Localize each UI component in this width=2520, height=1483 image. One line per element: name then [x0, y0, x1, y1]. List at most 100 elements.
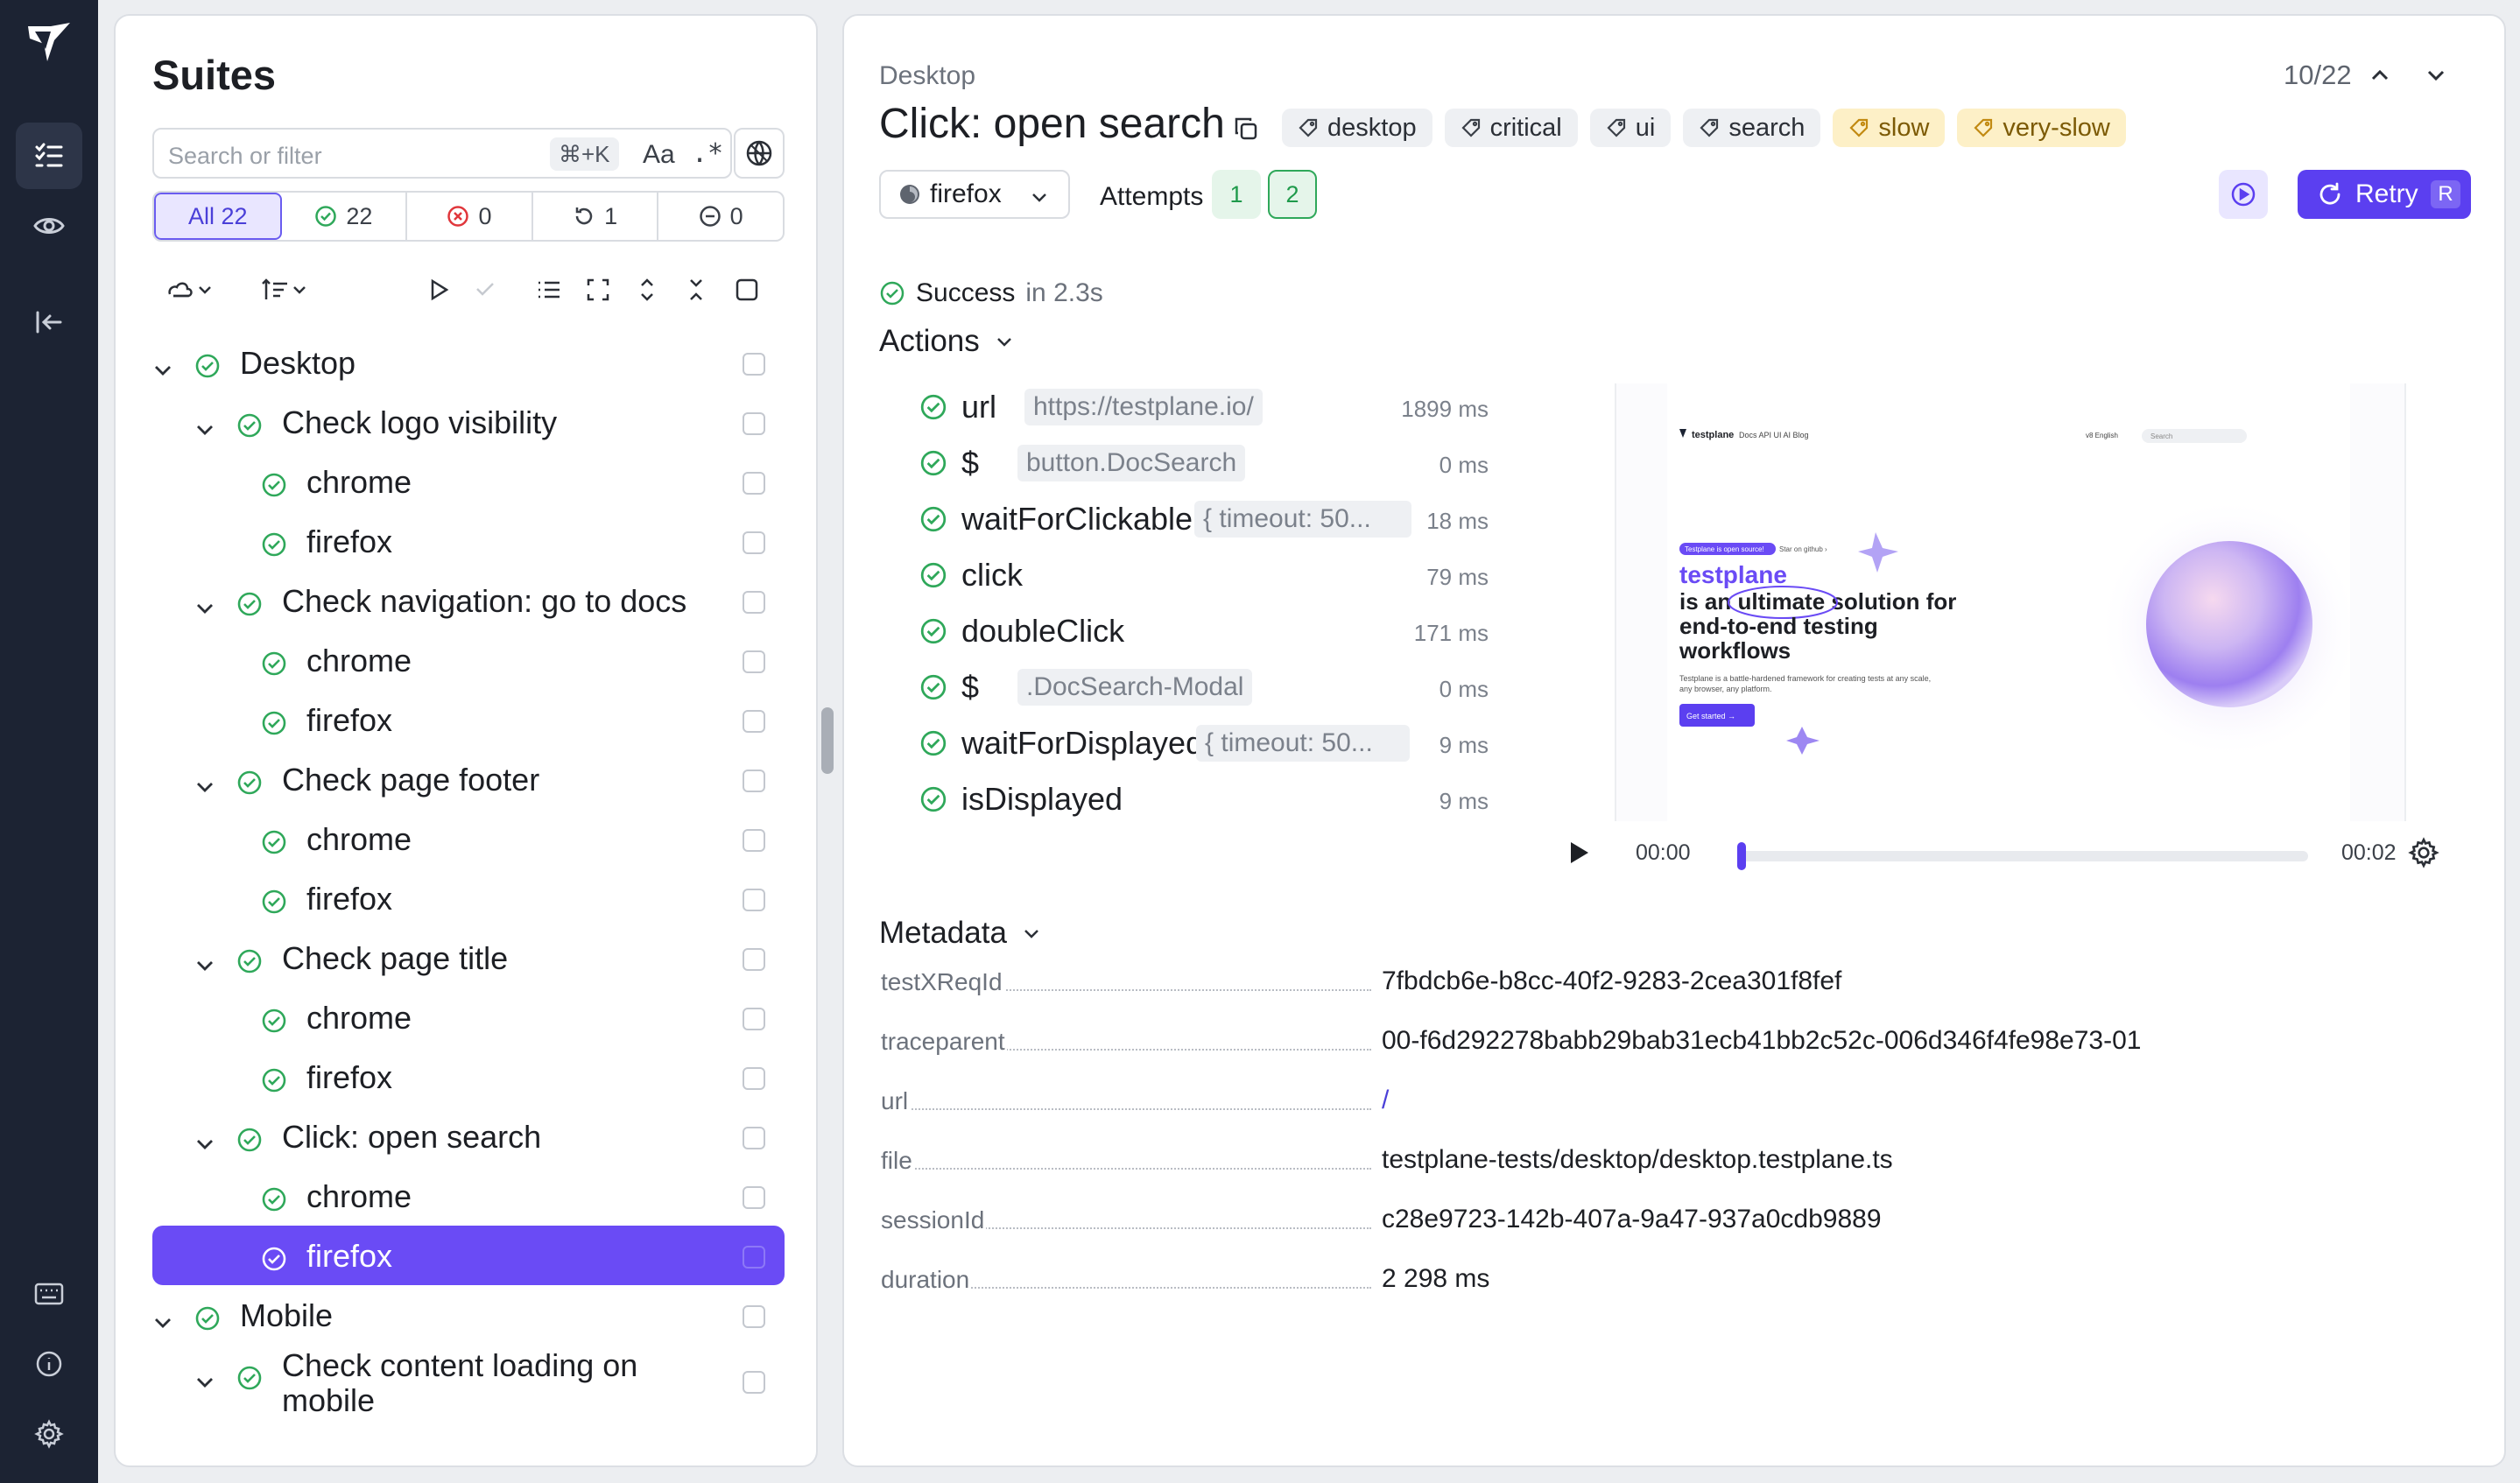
metadata-value[interactable]: /: [1382, 1086, 1389, 1115]
expand-toggle[interactable]: [194, 769, 215, 805]
row-checkbox[interactable]: [743, 531, 765, 554]
tree-browser-item[interactable]: firefox: [152, 511, 785, 571]
sort-dropdown[interactable]: [261, 277, 308, 303]
match-case-toggle[interactable]: Aa: [643, 140, 675, 170]
attempt-1-button[interactable]: 1: [1212, 170, 1261, 219]
attempt-2-button[interactable]: 2: [1268, 170, 1317, 219]
tree-suite-item[interactable]: Mobile: [152, 1285, 785, 1345]
expand-all-button[interactable]: [634, 277, 660, 303]
row-checkbox[interactable]: [743, 1127, 765, 1149]
row-checkbox[interactable]: [743, 948, 765, 971]
filter-passed[interactable]: 22: [282, 193, 408, 240]
settings-button[interactable]: [16, 1401, 82, 1467]
action-row[interactable]: doubleClick 171 ms: [919, 604, 1489, 660]
browser-select[interactable]: firefox: [879, 170, 1070, 219]
collapse-all-button[interactable]: [683, 277, 709, 303]
action-row[interactable]: $ button.DocSearch 0 ms: [919, 436, 1489, 492]
collapse-sidebar-button[interactable]: [16, 289, 82, 355]
info-button[interactable]: [16, 1331, 82, 1397]
tree-test-item[interactable]: Check page title: [152, 928, 785, 987]
actions-section-toggle[interactable]: Actions: [879, 324, 1015, 359]
breadcrumb[interactable]: Desktop: [879, 61, 975, 91]
focus-button[interactable]: [585, 277, 611, 303]
expand-toggle[interactable]: [152, 1304, 173, 1341]
seek-thumb[interactable]: [1737, 842, 1746, 870]
row-checkbox[interactable]: [743, 591, 765, 614]
regex-toggle[interactable]: .*: [692, 138, 723, 169]
gear-icon[interactable]: [2408, 837, 2439, 868]
row-checkbox[interactable]: [743, 412, 765, 435]
tree-browser-item[interactable]: chrome: [152, 1166, 785, 1226]
tree-test-item[interactable]: Click: open search: [152, 1107, 785, 1166]
chevron-down-icon[interactable]: [194, 1134, 215, 1155]
tree-test-item[interactable]: Check navigation: go to docs: [152, 571, 785, 630]
chevron-down-icon[interactable]: [152, 1312, 173, 1333]
tree-browser-item[interactable]: chrome: [152, 809, 785, 868]
row-checkbox[interactable]: [743, 1067, 765, 1090]
tree-browser-item[interactable]: firefox: [152, 868, 785, 928]
tag-chip[interactable]: ui: [1589, 109, 1672, 147]
tree-browser-item[interactable]: chrome: [152, 452, 785, 511]
suites-nav-button[interactable]: [16, 123, 82, 189]
tree-suite-item[interactable]: Desktop: [152, 333, 785, 392]
tree-view-button[interactable]: [536, 277, 562, 303]
prev-test-button[interactable]: [2368, 63, 2392, 92]
video-seek-bar[interactable]: [1737, 842, 2308, 870]
row-checkbox[interactable]: [743, 1008, 765, 1030]
tree-test-item[interactable]: Check logo visibility: [152, 392, 785, 452]
expand-toggle[interactable]: [194, 1364, 215, 1401]
play-icon[interactable]: [1562, 837, 1594, 868]
action-row[interactable]: click 79 ms: [919, 548, 1489, 604]
tree-browser-item[interactable]: firefox: [152, 1226, 785, 1285]
search-input[interactable]: Search or filter ⌘+K Aa .*: [152, 128, 732, 179]
select-all-checkbox[interactable]: [734, 277, 760, 303]
group-by-dropdown[interactable]: [166, 277, 214, 303]
action-row[interactable]: waitForDisplayed{ timeout: 50... 9 ms: [919, 716, 1489, 772]
action-row[interactable]: isDisplayed 9 ms: [919, 772, 1489, 828]
action-row[interactable]: $ .DocSearch-Modal 0 ms: [919, 660, 1489, 716]
metadata-section-toggle[interactable]: Metadata: [879, 916, 1042, 951]
filter-all[interactable]: All 22: [154, 193, 282, 240]
tree-scrollbar[interactable]: [821, 707, 834, 774]
row-checkbox[interactable]: [743, 1246, 765, 1269]
row-checkbox[interactable]: [743, 1186, 765, 1209]
run-button[interactable]: [426, 277, 452, 303]
chevron-down-icon[interactable]: [194, 955, 215, 976]
row-checkbox[interactable]: [743, 710, 765, 733]
test-screenshot[interactable]: testplane Docs API UI AI Blog v8 English…: [1615, 383, 2406, 821]
copy-title-button[interactable]: [1233, 116, 1259, 146]
row-checkbox[interactable]: [743, 770, 765, 792]
tree-browser-item[interactable]: chrome: [152, 987, 785, 1047]
row-checkbox[interactable]: [743, 1305, 765, 1328]
filter-retried[interactable]: 1: [533, 193, 659, 240]
chevron-down-icon[interactable]: [194, 419, 215, 440]
tag-chip[interactable]: desktop: [1282, 109, 1432, 147]
expand-toggle[interactable]: [194, 590, 215, 627]
chevron-down-icon[interactable]: [152, 360, 173, 381]
hotkeys-button[interactable]: [16, 1261, 82, 1327]
tree-test-item[interactable]: Check page footer: [152, 749, 785, 809]
next-test-button[interactable]: [2424, 63, 2448, 92]
tree-browser-item[interactable]: firefox: [152, 690, 785, 749]
visual-checks-nav-button[interactable]: [16, 193, 82, 259]
expand-toggle[interactable]: [152, 352, 173, 389]
tree-browser-item[interactable]: firefox: [152, 1047, 785, 1107]
global-search-toggle[interactable]: [734, 128, 785, 179]
chevron-down-icon[interactable]: [194, 1372, 215, 1393]
tag-chip[interactable]: slow: [1833, 109, 1946, 147]
row-checkbox[interactable]: [743, 353, 765, 376]
expand-toggle[interactable]: [194, 947, 215, 984]
retry-button[interactable]: Retry R: [2298, 170, 2471, 219]
chevron-down-icon[interactable]: [194, 598, 215, 619]
action-row[interactable]: waitForClickable{ timeout: 50... 18 ms: [919, 492, 1489, 548]
tree-browser-item[interactable]: chrome: [152, 630, 785, 690]
expand-toggle[interactable]: [194, 411, 215, 448]
testplane-logo-icon[interactable]: [25, 19, 74, 68]
row-checkbox[interactable]: [743, 889, 765, 911]
expand-toggle[interactable]: [194, 1126, 215, 1163]
play-video-button[interactable]: [2219, 170, 2268, 219]
row-checkbox[interactable]: [743, 829, 765, 852]
tag-chip[interactable]: very-slow: [1957, 109, 2126, 147]
accept-button[interactable]: [473, 277, 497, 301]
row-checkbox[interactable]: [743, 650, 765, 673]
